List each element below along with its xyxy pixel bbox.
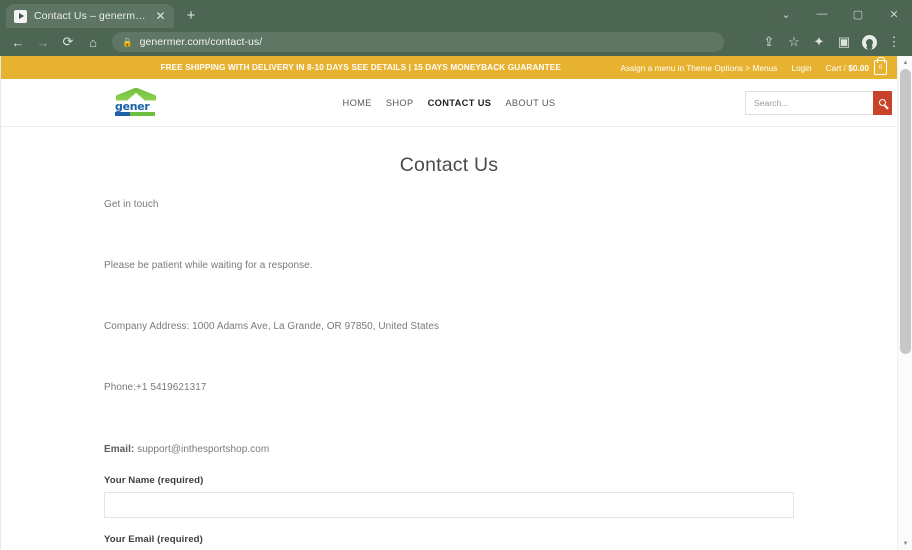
page-scrollbar[interactable]: ▲ ▼ xyxy=(897,56,912,550)
back-icon[interactable]: ← xyxy=(6,30,30,54)
window-controls: ⌄ — ▢ ✕ xyxy=(768,0,912,28)
close-window-icon[interactable]: ✕ xyxy=(876,0,912,28)
phone-line: Phone:+1 5419621317 xyxy=(104,382,794,393)
announcement-links: Assign a menu in Theme Options > Menus L… xyxy=(620,60,887,75)
browser-menu-icon[interactable]: ⋮ xyxy=(882,30,906,54)
home-icon[interactable]: ⌂ xyxy=(81,30,105,54)
page-title: Contact Us xyxy=(399,154,499,176)
bookmark-star-icon[interactable]: ☆ xyxy=(782,30,806,54)
your-name-label: Your Name (required) xyxy=(104,475,204,486)
maximize-icon[interactable]: ▢ xyxy=(840,0,876,28)
side-panel-icon[interactable]: ▣ xyxy=(832,30,856,54)
get-in-touch-text: Get in touch xyxy=(104,199,159,210)
logo-underbar xyxy=(115,111,155,116)
toolbar-actions: ⇪ ☆ ✦ ▣ ⋮ xyxy=(757,30,906,54)
browser-tab[interactable]: Contact Us – genermer.com ✕ xyxy=(6,4,174,28)
cart-total: $0.00 xyxy=(848,62,869,73)
site-logo[interactable]: gener xyxy=(113,86,159,120)
main-navigation: HOME SHOP CONTACT US ABOUT US xyxy=(343,98,556,108)
reload-icon[interactable]: ⟳ xyxy=(56,30,80,54)
address-bar-url: genermer.com/contact-us/ xyxy=(139,36,263,48)
company-address-line: Company Address: 1000 Adams Ave, La Gran… xyxy=(104,321,794,332)
your-email-label: Your Email (required) xyxy=(104,534,203,545)
web-page: FREE SHIPPING WITH DELIVERY IN 8-10 DAYS… xyxy=(0,56,897,550)
nav-item-about-us[interactable]: ABOUT US xyxy=(505,98,555,108)
email-line: Email: support@inthesportshop.com xyxy=(104,444,794,455)
email-label: Email: xyxy=(104,444,135,455)
announcement-message: FREE SHIPPING WITH DELIVERY IN 8-10 DAYS… xyxy=(160,63,561,72)
profile-avatar-icon[interactable] xyxy=(857,30,881,54)
assign-menu-notice[interactable]: Assign a menu in Theme Options > Menus xyxy=(620,63,777,73)
scrollbar-thumb[interactable] xyxy=(900,69,911,354)
browser-window: Contact Us – genermer.com ✕ + ⌄ — ▢ ✕ ← … xyxy=(0,0,912,550)
minimize-icon[interactable]: — xyxy=(804,0,840,28)
nav-item-home[interactable]: HOME xyxy=(343,98,372,108)
address-bar[interactable]: 🔒 genermer.com/contact-us/ xyxy=(112,32,724,52)
company-address-label: Company Address: xyxy=(104,321,190,332)
email-value: support@inthesportshop.com xyxy=(134,444,270,455)
tab-strip: Contact Us – genermer.com ✕ + ⌄ — ▢ ✕ xyxy=(0,0,912,28)
tab-title: Contact Us – genermer.com xyxy=(34,10,146,22)
search-button[interactable] xyxy=(873,90,892,115)
page-viewport: FREE SHIPPING WITH DELIVERY IN 8-10 DAYS… xyxy=(0,56,912,550)
video-play-icon xyxy=(14,9,27,23)
announcement-bar: FREE SHIPPING WITH DELIVERY IN 8-10 DAYS… xyxy=(1,56,897,79)
page-content: Contact Us Get in touch Please be patien… xyxy=(1,154,897,550)
login-link[interactable]: Login xyxy=(791,63,811,73)
patience-note-text: Please be patient while waiting for a re… xyxy=(104,260,313,271)
forward-icon[interactable]: → xyxy=(31,30,55,54)
search-input[interactable] xyxy=(745,90,873,115)
tab-search-icon[interactable]: ⌄ xyxy=(768,0,804,28)
company-address-value: 1000 Adams Ave, La Grande, OR 97850, Uni… xyxy=(189,321,440,332)
scroll-down-arrow-icon[interactable]: ▼ xyxy=(898,537,912,550)
nav-item-shop[interactable]: SHOP xyxy=(386,98,414,108)
lock-icon: 🔒 xyxy=(122,36,133,47)
site-header: gener HOME SHOP CONTACT US ABOUT US xyxy=(1,79,897,127)
cart-item-count: 0 xyxy=(878,64,883,71)
scroll-up-arrow-icon[interactable]: ▲ xyxy=(898,56,912,69)
cart-link[interactable]: Cart / $0.00 0 xyxy=(826,60,887,75)
content-column: Get in touch Please be patient while wai… xyxy=(23,199,875,550)
close-tab-icon[interactable]: ✕ xyxy=(153,9,168,24)
shopping-bag-icon: 0 xyxy=(874,60,887,75)
share-icon[interactable]: ⇪ xyxy=(757,30,781,54)
nav-item-contact-us[interactable]: CONTACT US xyxy=(428,98,492,108)
phone-value: +1 5419621317 xyxy=(136,382,207,393)
browser-toolbar: ← → ⟳ ⌂ 🔒 genermer.com/contact-us/ ⇪ ☆ ✦… xyxy=(0,28,912,56)
your-name-input[interactable] xyxy=(104,492,794,518)
phone-label: Phone: xyxy=(104,382,136,393)
extensions-puzzle-icon[interactable]: ✦ xyxy=(807,30,831,54)
search-box xyxy=(745,90,892,115)
new-tab-button[interactable]: + xyxy=(179,3,203,27)
cart-label: Cart / xyxy=(825,62,849,73)
search-icon xyxy=(879,99,886,106)
